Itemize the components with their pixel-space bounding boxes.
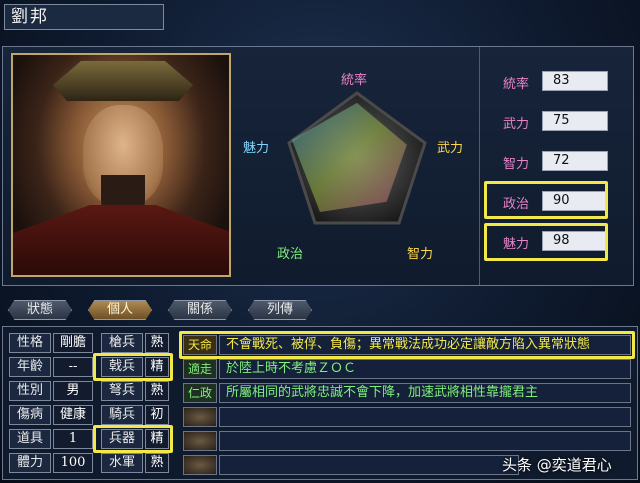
stat-row-intellect: 智力 72 xyxy=(492,151,610,173)
skill-desc-shizou: 於陸上時不考慮ＺＯＣ xyxy=(219,359,631,379)
attr-value: 剛膽 xyxy=(53,333,93,353)
aptitude-value: 熟 xyxy=(145,453,169,473)
attr-label: 性格 xyxy=(9,333,51,353)
officer-portrait xyxy=(11,53,231,277)
empty-skill-desc xyxy=(219,455,519,475)
highlight-box-tianming xyxy=(179,331,635,359)
stat-radar-chart: 統率 武力 智力 政治 魅力 xyxy=(239,53,475,279)
radar-label-politics: 政治 xyxy=(277,247,304,262)
empty-skill-desc xyxy=(219,431,631,451)
radar-label-charm: 魅力 xyxy=(243,141,270,156)
tab-personal[interactable]: 個人 xyxy=(88,300,152,320)
crown-shape xyxy=(53,61,193,101)
aptitude-label: 騎兵 xyxy=(101,405,143,425)
highlight-box-charm xyxy=(484,223,608,261)
attr-label: 年齡 xyxy=(9,357,51,377)
attr-value: 1 xyxy=(53,429,93,449)
radar-label-war: 武力 xyxy=(437,141,464,156)
attr-label: 性別 xyxy=(9,381,51,401)
stat-value: 83 xyxy=(542,71,608,91)
highlight-box-politics xyxy=(484,181,608,219)
attr-value: 男 xyxy=(53,381,93,401)
attr-label: 體力 xyxy=(9,453,51,473)
attr-label: 道具 xyxy=(9,429,51,449)
highlight-box-siege xyxy=(93,425,173,453)
radar-label-command: 統率 xyxy=(341,73,368,88)
attr-value: 健康 xyxy=(53,405,93,425)
aptitude-value: 初 xyxy=(145,405,169,425)
empty-skill-slot[interactable] xyxy=(183,455,217,475)
attr-value: 100 xyxy=(53,453,93,473)
attr-value: -- xyxy=(53,357,93,377)
attr-label: 傷病 xyxy=(9,405,51,425)
stat-label: 武力 xyxy=(502,117,529,132)
stat-value: 72 xyxy=(542,151,608,171)
tab-relations[interactable]: 關係 xyxy=(168,300,232,320)
officer-profile-panel: 統率 武力 智力 政治 魅力 統率 83 武力 75 智力 72 政治 90 魅… xyxy=(2,46,634,286)
stat-row-command: 統率 83 xyxy=(492,71,610,93)
empty-skill-slot[interactable] xyxy=(183,407,217,427)
aptitude-value: 熟 xyxy=(145,333,169,353)
stat-values-panel: 統率 83 武力 75 智力 72 政治 90 魅力 98 xyxy=(479,47,633,285)
stat-label: 智力 xyxy=(502,157,529,172)
watermark: 头条 @奕道君心 xyxy=(502,456,612,474)
skill-name-renzheng[interactable]: 仁政 xyxy=(183,383,217,403)
aptitude-label: 水軍 xyxy=(101,453,143,473)
officer-name: 劉邦 xyxy=(4,4,164,30)
stat-value: 75 xyxy=(542,111,608,131)
radar-label-intellect: 智力 xyxy=(407,247,434,262)
empty-skill-desc xyxy=(219,407,631,427)
highlight-box-halberd xyxy=(93,353,173,381)
empty-skill-slot[interactable] xyxy=(183,431,217,451)
aptitude-label: 槍兵 xyxy=(101,333,143,353)
aptitude-value: 熟 xyxy=(145,381,169,401)
tab-status[interactable]: 狀態 xyxy=(8,300,72,320)
aptitude-label: 弩兵 xyxy=(101,381,143,401)
skill-desc-renzheng: 所屬相同的武將忠誠不會下降，加速武將相性靠攏君主 xyxy=(219,383,631,403)
tab-biography[interactable]: 列傳 xyxy=(248,300,312,320)
stat-row-war: 武力 75 xyxy=(492,111,610,133)
skill-name-shizou[interactable]: 適走 xyxy=(183,359,217,379)
stat-label: 統率 xyxy=(502,77,529,92)
robe-shape xyxy=(13,205,229,275)
